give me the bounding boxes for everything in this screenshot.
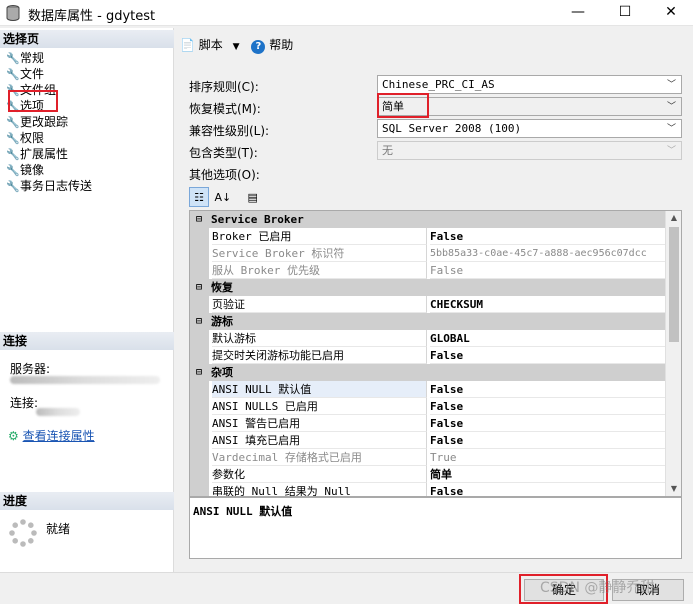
compatibility-level-select[interactable]: SQL Server 2008 (100) ﹀ xyxy=(377,119,682,138)
category-cursor[interactable]: ⊟ 游标 xyxy=(190,313,666,330)
progress-header: 进度 xyxy=(0,492,174,510)
table-row[interactable]: ANSI 填充已启用 False xyxy=(190,432,666,449)
help-button[interactable]: ? 帮助 xyxy=(251,38,293,54)
script-icon: 📄 xyxy=(180,38,195,52)
table-row[interactable]: 串联的 Null 结果为 Null False xyxy=(190,483,666,496)
toolbar: 📄 脚本 ▼ ? 帮助 xyxy=(180,36,293,54)
chevron-down-icon: ﹀ xyxy=(666,80,676,90)
sort-alphabetical-icon[interactable]: A↓ xyxy=(213,187,233,207)
table-row[interactable]: 提交时关闭游标功能已启用 False xyxy=(190,347,666,364)
connection-value-blurred xyxy=(36,408,80,416)
title-bar: 数据库属性 - gdytest — ☐ ✕ xyxy=(0,0,693,26)
category-service-broker[interactable]: ⊟ Service Broker xyxy=(190,211,666,228)
category-recovery[interactable]: ⊟ 恢复 xyxy=(190,279,666,296)
connection-header: 连接 xyxy=(0,332,174,350)
close-button[interactable]: ✕ xyxy=(648,0,693,26)
page-item-mirroring[interactable]: 🔧镜像 xyxy=(6,162,44,178)
help-icon: ? xyxy=(251,40,266,54)
highlight-recovery-model xyxy=(377,93,429,118)
category-misc[interactable]: ⊟ 杂项 xyxy=(190,364,666,381)
maximize-button[interactable]: ☐ xyxy=(602,0,648,26)
collation-select[interactable]: Chinese_PRC_CI_AS ﹀ xyxy=(377,75,682,94)
table-row[interactable]: Broker 已启用 False xyxy=(190,228,666,245)
view-connection-properties-link[interactable]: ⚙ 查看连接属性 xyxy=(8,427,95,444)
collapse-icon[interactable]: ⊟ xyxy=(193,313,205,330)
compatibility-level-label: 兼容性级别(L): xyxy=(189,124,270,138)
table-row[interactable]: 服从 Broker 优先级 False xyxy=(190,262,666,279)
scroll-up-icon[interactable]: ▲ xyxy=(666,211,681,225)
wrench-icon: 🔧 xyxy=(6,148,20,161)
page-item-files[interactable]: 🔧文件 xyxy=(6,66,44,82)
table-row[interactable]: 参数化 简单 xyxy=(190,466,666,483)
grid-toolbar: ☷ A↓ ▤ xyxy=(189,187,263,207)
table-row[interactable]: ANSI 警告已启用 False xyxy=(190,415,666,432)
highlight-options xyxy=(8,90,58,112)
other-options-label: 其他选项(O): xyxy=(189,168,260,182)
select-page-header: 选择页 xyxy=(0,30,174,48)
minimize-button[interactable]: — xyxy=(555,0,601,26)
page-item-log-shipping[interactable]: 🔧事务日志传送 xyxy=(6,178,92,194)
chevron-down-icon: ﹀ xyxy=(666,146,676,156)
containment-type-select: 无 ﹀ xyxy=(377,141,682,160)
chevron-down-icon: ▼ xyxy=(232,42,240,52)
wrench-icon: 🔧 xyxy=(6,52,20,65)
wrench-icon: 🔧 xyxy=(6,68,20,81)
table-row[interactable]: ANSI NULL 默认值 False xyxy=(190,381,666,398)
wrench-icon: 🔧 xyxy=(6,116,20,129)
script-button[interactable]: 📄 脚本 ▼ xyxy=(180,38,243,52)
left-pane: 选择页 🔧常规 🔧文件 🔧文件组 🔧选项 🔧更改跟踪 🔧权限 🔧扩展属性 🔧镜像… xyxy=(0,28,174,572)
progress-status: 就绪 xyxy=(46,522,71,536)
page-item-change-tracking[interactable]: 🔧更改跟踪 xyxy=(6,114,68,130)
connection-label: 连接: xyxy=(10,396,39,410)
categorized-icon[interactable]: ☷ xyxy=(189,187,209,207)
table-row[interactable]: Vardecimal 存储格式已启用 True xyxy=(190,449,666,466)
recovery-model-label: 恢复模式(M): xyxy=(189,102,261,116)
table-row[interactable]: ANSI NULLS 已启用 False xyxy=(190,398,666,415)
page-item-extended-properties[interactable]: 🔧扩展属性 xyxy=(6,146,68,162)
server-label: 服务器: xyxy=(10,362,51,376)
property-description: ANSI NULL 默认值 xyxy=(189,497,682,559)
collapse-icon[interactable]: ⊟ xyxy=(193,364,205,381)
progress-spinner-icon xyxy=(9,519,37,547)
window-title: 数据库属性 - gdytest xyxy=(28,9,156,24)
collapse-icon[interactable]: ⊟ xyxy=(193,211,205,228)
wrench-icon: 🔧 xyxy=(6,132,20,145)
property-pages-icon[interactable]: ▤ xyxy=(243,187,263,207)
connection-properties-icon: ⚙ xyxy=(8,429,19,443)
chevron-down-icon: ﹀ xyxy=(666,102,676,112)
collapse-icon[interactable]: ⊟ xyxy=(193,279,205,296)
property-grid: ⊟ Service Broker Broker 已启用 False Service … xyxy=(189,210,682,497)
server-value-blurred xyxy=(10,376,160,384)
table-row[interactable]: 默认游标 GLOBAL xyxy=(190,330,666,347)
chevron-down-icon: ﹀ xyxy=(666,124,676,134)
page-item-general[interactable]: 🔧常规 xyxy=(6,50,44,66)
watermark: CSDN @静静乔甜 xyxy=(540,580,655,596)
scroll-thumb[interactable] xyxy=(669,227,679,342)
table-row[interactable]: 页验证 CHECKSUM xyxy=(190,296,666,313)
scroll-down-icon[interactable]: ▼ xyxy=(666,482,681,496)
wrench-icon: 🔧 xyxy=(6,164,20,177)
collation-label: 排序规则(C): xyxy=(189,80,259,94)
grid-scrollbar[interactable]: ▲ ▼ xyxy=(665,211,681,496)
containment-type-label: 包含类型(T): xyxy=(189,146,258,160)
wrench-icon: 🔧 xyxy=(6,180,20,193)
page-item-permissions[interactable]: 🔧权限 xyxy=(6,130,44,146)
table-row[interactable]: Service Broker 标识符 5bb85a33-c0ae-45c7-a88… xyxy=(190,245,666,262)
database-icon xyxy=(6,5,20,21)
